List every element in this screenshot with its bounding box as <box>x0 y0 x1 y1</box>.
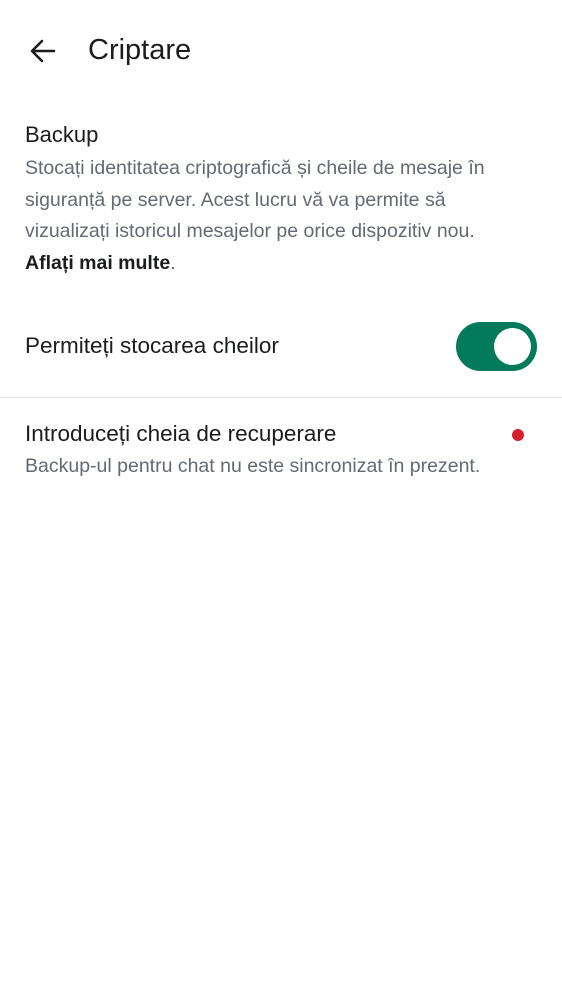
backup-description-text: Stocați identitatea criptografică și che… <box>25 157 485 242</box>
allow-key-storage-toggle[interactable] <box>456 322 537 371</box>
backup-description: Stocați identitatea criptografică și che… <box>25 153 525 279</box>
allow-key-storage-label: Permiteți stocarea cheilor <box>25 333 279 358</box>
back-button[interactable] <box>28 36 58 66</box>
backup-section-title: Backup <box>25 122 99 147</box>
recovery-key-description: Backup-ul pentru chat nu este sincroniza… <box>25 455 481 477</box>
arrow-left-icon <box>30 39 56 63</box>
learn-more-link[interactable]: Aflați mai multe <box>25 252 170 274</box>
toggle-knob <box>494 328 531 365</box>
period: . <box>170 251 176 274</box>
page-title: Criptare <box>88 34 192 66</box>
alert-dot-icon <box>512 429 524 441</box>
recovery-key-title: Introduceți cheia de recuperare <box>25 421 337 446</box>
